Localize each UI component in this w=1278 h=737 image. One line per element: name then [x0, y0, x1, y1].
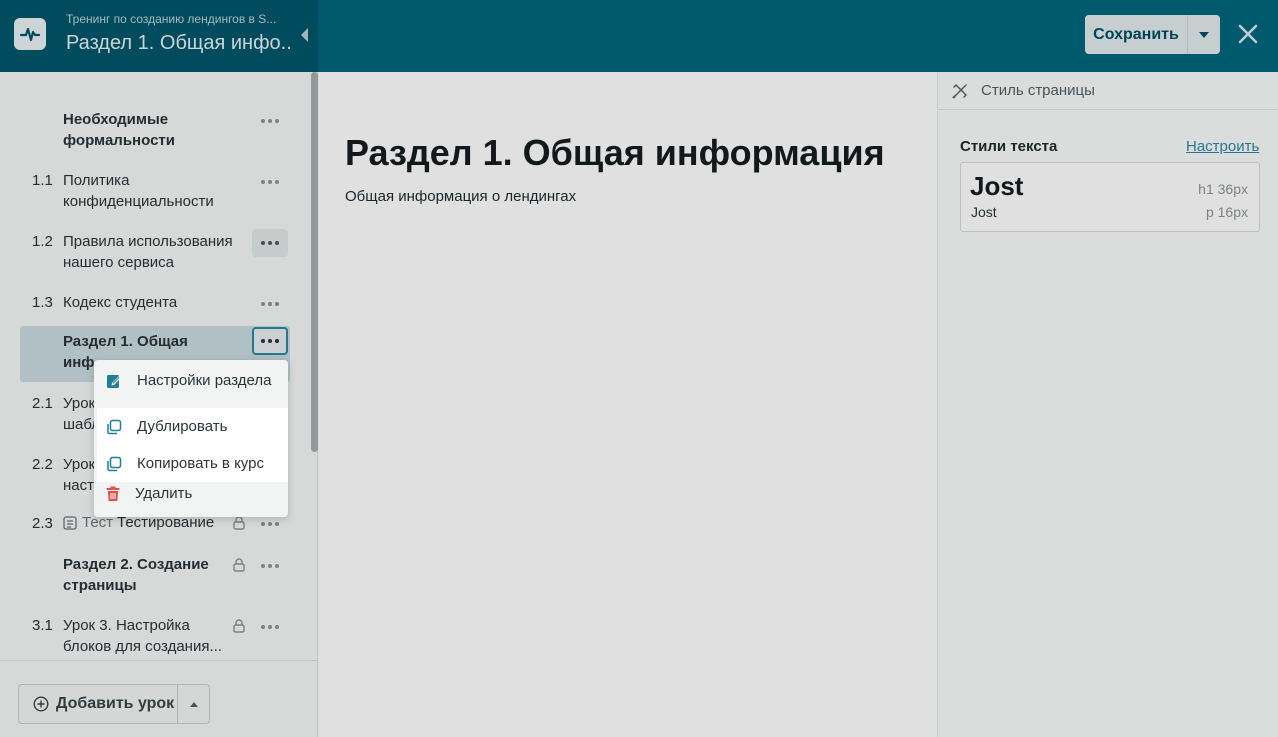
sidebar-item-section-2[interactable]: Раздел 2. Создание страницы: [20, 553, 290, 597]
menu-item-duplicate[interactable]: Дублировать: [97, 408, 288, 445]
item-label: Урок 3. Настройка блоков для создания...: [63, 617, 222, 655]
section-title: Раздел 1. Общая инфо...: [66, 32, 290, 54]
lock-icon: [233, 619, 245, 633]
item-label: Раздел 2. Создание страницы: [63, 556, 209, 594]
more-icon[interactable]: [252, 290, 288, 318]
menu-item-section-settings[interactable]: Настройки раздела: [97, 362, 288, 399]
header-course-area: Тренинг по созданию лендингов в S... Раз…: [0, 0, 318, 72]
collapse-sidebar-icon[interactable]: [298, 26, 312, 44]
item-label: Необходимые формальности: [63, 111, 175, 149]
font-preview-heading: Jost: [970, 171, 1024, 201]
app-logo-icon[interactable]: [14, 18, 46, 50]
lock-icon: [233, 558, 245, 572]
save-options-button[interactable]: [1188, 15, 1220, 54]
page-style-label: Стиль страницы: [981, 82, 1095, 99]
configure-link[interactable]: Настроить: [1186, 138, 1259, 155]
item-number: 1.1: [32, 172, 53, 189]
sidebar-item-lesson-3-1[interactable]: 3.1 Урок 3. Настройка блоков для создани…: [20, 614, 290, 658]
save-button-group: Сохранить: [1085, 15, 1220, 54]
section-context-menu: Настройки раздела Дублировать Копировать…: [94, 360, 288, 517]
test-icon: [63, 516, 77, 530]
h1-size-meta: h1 36px: [1198, 181, 1248, 197]
sidebar-divider: [0, 660, 318, 661]
item-number: 3.1: [32, 617, 53, 634]
more-icon[interactable]: [252, 327, 288, 355]
lock-icon: [233, 516, 245, 530]
more-icon[interactable]: [252, 552, 288, 580]
duplicate-icon: [107, 419, 122, 434]
more-icon[interactable]: [252, 107, 288, 135]
item-number: 2.2: [32, 456, 53, 473]
top-bar: Тренинг по созданию лендингов в S... Раз…: [0, 0, 1278, 72]
menu-item-label: Настройки раздела: [137, 372, 272, 389]
font-preview-body: Jost: [971, 204, 997, 220]
chevron-down-icon: [1199, 31, 1209, 38]
sidebar-item-privacy[interactable]: 1.1 Политика конфиденциальности: [20, 169, 290, 213]
add-lesson-group: Добавить урок: [18, 684, 210, 724]
add-lesson-options-button[interactable]: [178, 685, 209, 723]
menu-item-label: Дублировать: [137, 418, 228, 435]
more-icon[interactable]: [252, 613, 288, 641]
edit-icon: [107, 374, 121, 388]
style-tools-icon: [952, 83, 967, 99]
caret-up-icon: [189, 701, 198, 707]
more-icon[interactable]: [252, 168, 288, 196]
style-panel: Стиль страницы Стили текста Настроить Jo…: [937, 72, 1278, 737]
item-label: Урок наст: [63, 456, 96, 494]
p-size-meta: p 16px: [1205, 204, 1248, 220]
sidebar-item-code[interactable]: 1.3 Кодекс студента: [20, 292, 290, 316]
save-button[interactable]: Сохранить: [1085, 15, 1188, 54]
text-style-card[interactable]: Jost Jost h1 36px p 16px: [960, 162, 1260, 232]
item-label: Кодекс студента: [63, 294, 178, 311]
menu-item-delete[interactable]: Удалить: [97, 475, 288, 512]
add-lesson-button[interactable]: Добавить урок: [19, 685, 178, 723]
item-number: 2.3: [32, 515, 53, 532]
item-label: Урок шабл: [63, 395, 101, 433]
text-styles-title: Стили текста: [960, 138, 1058, 155]
item-number: 1.3: [32, 294, 53, 311]
menu-item-label: Удалить: [135, 485, 193, 502]
trash-icon: [106, 486, 120, 501]
add-lesson-label: Добавить урок: [56, 695, 175, 712]
plus-circle-icon: [33, 696, 49, 712]
sidebar-item-section-formalities[interactable]: Необходимые формальности: [20, 108, 290, 152]
menu-item-label: Копировать в курс: [137, 455, 264, 472]
sidebar-scrollbar[interactable]: [311, 72, 318, 452]
item-number: 1.2: [32, 233, 53, 250]
page-style-toggle[interactable]: Стиль страницы: [938, 72, 1278, 110]
item-label: Правила использования нашего сервиса: [63, 233, 233, 271]
more-icon[interactable]: [252, 229, 288, 257]
copy-icon: [107, 456, 122, 471]
item-number: 2.1: [32, 395, 53, 412]
sidebar-item-rules[interactable]: 1.2 Правила использования нашего сервиса: [20, 229, 290, 274]
page-canvas: Раздел 1. Общая информация Общая информа…: [319, 72, 937, 737]
page-heading[interactable]: Раздел 1. Общая информация: [345, 132, 885, 174]
page-paragraph[interactable]: Общая информация о лендингах: [345, 188, 576, 205]
course-title: Тренинг по созданию лендингов в S...: [66, 12, 277, 26]
item-label: Политика конфиденциальности: [63, 172, 214, 210]
close-icon[interactable]: [1236, 22, 1260, 46]
